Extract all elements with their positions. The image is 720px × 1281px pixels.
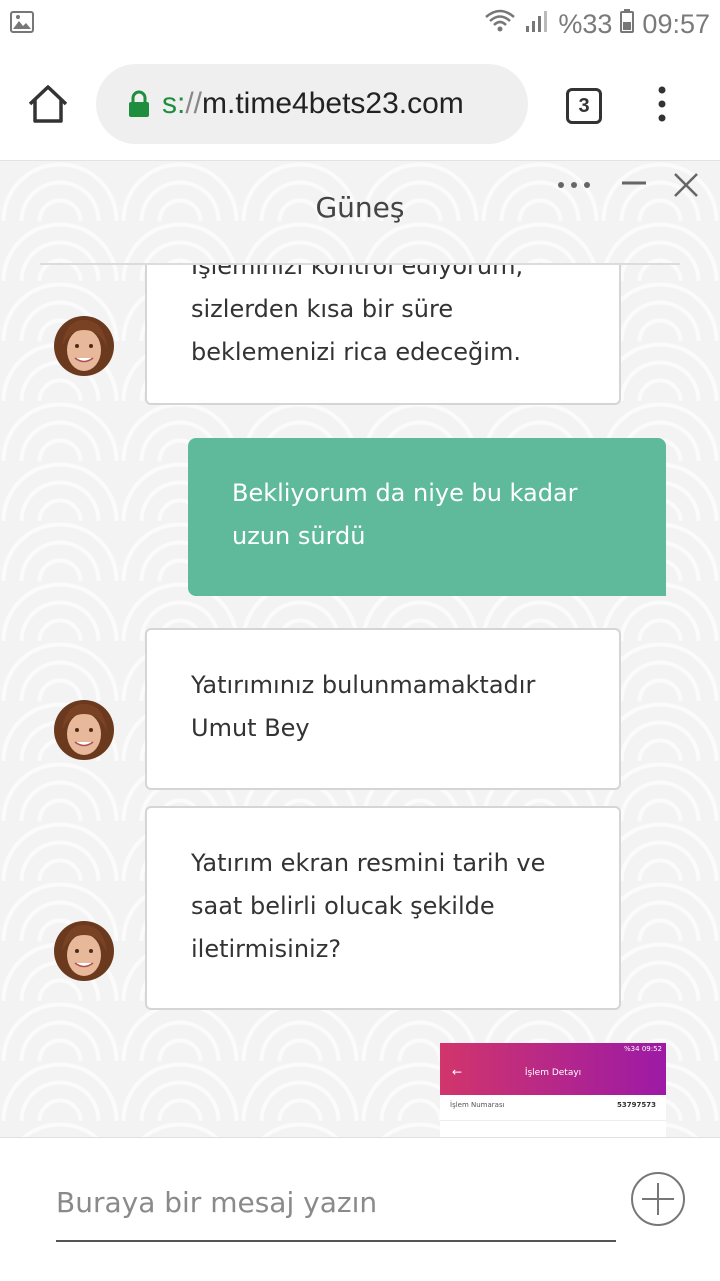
url-text: s://m.time4bets23.com [162,87,464,120]
more-options-icon[interactable] [556,177,592,191]
image-notification-icon [10,11,34,37]
chat-window: Güneş İşleminizi kontrol ediyorum, sizle… [0,161,720,1137]
add-attachment-button[interactable] [630,1171,686,1227]
tab-switcher-button[interactable]: 3 [566,88,602,124]
address-bar[interactable]: s://m.time4bets23.com [96,64,528,144]
chat-agent-name: Güneş [315,191,405,224]
agent-message: İşleminizi kontrol ediyorum, sizlerden k… [145,265,621,405]
chat-header: Güneş [0,161,720,265]
message-input[interactable] [56,1164,616,1242]
lock-icon [129,90,149,117]
message-list: İşleminizi kontrol ediyorum, sizlerden k… [0,265,720,1137]
agent-avatar [54,316,114,376]
home-button[interactable] [22,78,74,130]
more-vert-icon [658,86,666,122]
image-attachment[interactable]: %34 09:52 ← İşlem Detayı İşlem Numarası … [440,1043,666,1137]
user-message: Bekliyorum da niye bu kadar uzun sürdü [188,438,666,596]
minimize-icon[interactable] [620,173,648,193]
status-bar: %33 09:57 [0,0,720,48]
browser-menu-button[interactable] [650,84,674,124]
wifi-icon [484,9,516,40]
agent-message: Yatırımınız bulunmamaktadır Umut Bey [145,628,621,790]
agent-avatar [54,921,114,981]
agent-avatar [54,700,114,760]
agent-message: Yatırım ekran resmini tarih ve saat beli… [145,806,621,1010]
attachment-divider [440,1120,666,1121]
clock: 09:57 [642,8,710,39]
battery-percent: %33 [558,8,613,39]
attachment-row: İşlem Numarası 53797573 [450,1101,656,1109]
battery-icon [620,8,635,40]
plus-circle-icon [631,1172,685,1226]
browser-toolbar: s://m.time4bets23.com 3 [0,48,720,161]
signal-icon [524,9,550,40]
message-composer [0,1137,720,1281]
attachment-header: %34 09:52 ← İşlem Detayı [440,1043,666,1095]
home-icon [28,85,68,123]
